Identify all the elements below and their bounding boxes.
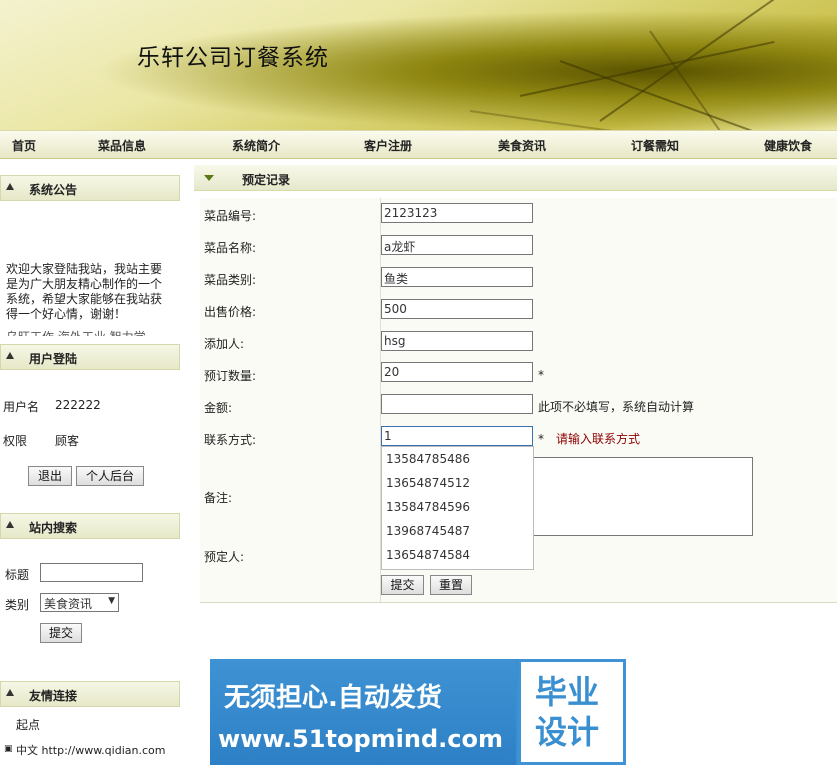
- booking-title: 预定记录: [242, 173, 291, 187]
- adder-input[interactable]: hsg: [381, 331, 533, 351]
- amount-input[interactable]: [381, 394, 533, 414]
- autocomplete-option[interactable]: 13968745487: [382, 519, 533, 543]
- ad-line2: www.51topmind.com: [218, 725, 503, 753]
- quantity-label: 预订数量:: [204, 369, 257, 383]
- site-title: 乐轩公司订餐系统: [137, 45, 329, 71]
- search-category-select[interactable]: 美食资讯 ▼: [40, 593, 119, 612]
- amount-label: 金额:: [204, 401, 233, 415]
- logout-button[interactable]: 退出: [28, 466, 72, 486]
- username-value: 222222: [55, 398, 101, 412]
- nav-dishes[interactable]: 菜品信息: [98, 137, 146, 154]
- left-sidebar: 系统公告 欢迎大家登陆我站，我站主要是为广大朋友精心制作的一个系统，希望大家能够…: [0, 160, 185, 765]
- search-title: 站内搜索: [29, 521, 78, 535]
- reset-button[interactable]: 重置: [430, 575, 472, 595]
- dish-name-input[interactable]: a龙虾: [381, 235, 533, 255]
- adder-label: 添加人:: [204, 337, 245, 351]
- submit-button[interactable]: 提交: [381, 575, 424, 595]
- price-label: 出售价格:: [204, 305, 257, 319]
- watermark-ad: 无须担心.自动发货 www.51topmind.com 毕业设计: [210, 659, 626, 765]
- triangle-icon: [6, 521, 14, 528]
- search-header: 站内搜索: [0, 513, 180, 539]
- header-banner: 乐轩公司订餐系统: [0, 0, 837, 130]
- role-label: 权限: [3, 434, 28, 448]
- triangle-icon: [6, 183, 14, 190]
- triangle-icon: [6, 689, 14, 696]
- autocomplete-option[interactable]: 13584784596: [382, 495, 533, 519]
- search-submit-button[interactable]: 提交: [40, 623, 82, 643]
- price-input[interactable]: 500: [381, 299, 533, 319]
- form-row-actions: [200, 570, 837, 603]
- search-title-input[interactable]: [40, 563, 143, 582]
- links-header: 友情连接: [0, 681, 180, 707]
- nav-about[interactable]: 系统简介: [232, 137, 280, 154]
- notice-header: 系统公告: [0, 175, 180, 201]
- autocomplete-option[interactable]: 13654874512: [382, 471, 533, 495]
- link-item[interactable]: 中文 http://www.qidian.com: [16, 742, 165, 758]
- autocomplete-option[interactable]: 13654874584: [382, 543, 533, 567]
- nav-food-news[interactable]: 美食资讯: [498, 137, 546, 154]
- nav-home[interactable]: 首页: [12, 137, 36, 154]
- booking-header: 预定记录: [194, 165, 837, 191]
- dish-no-label: 菜品编号:: [204, 209, 257, 223]
- link-item[interactable]: 起点: [16, 716, 40, 733]
- personal-center-button[interactable]: 个人后台: [76, 466, 144, 486]
- required-star: *: [538, 432, 544, 446]
- login-header: 用户登陆: [0, 344, 180, 370]
- contact-hint: 请输入联系方式: [556, 432, 641, 446]
- contact-autocomplete-list: 13584785486 13654874512 13584784596 1396…: [381, 446, 534, 570]
- quantity-input[interactable]: 20: [381, 362, 533, 382]
- notice-scroll-line: 乌旺工作 海外工业 智力学: [6, 328, 146, 336]
- login-title: 用户登陆: [29, 352, 78, 366]
- dish-category-label: 菜品类别:: [204, 273, 257, 287]
- links-title: 友情连接: [29, 689, 78, 703]
- notice-title: 系统公告: [29, 183, 78, 197]
- nav-register[interactable]: 客户注册: [364, 137, 412, 154]
- triangle-down-icon: [204, 175, 214, 181]
- search-category-value: 美食资讯: [44, 597, 93, 611]
- contact-label: 联系方式:: [204, 433, 257, 447]
- remark-label: 备注:: [204, 491, 233, 505]
- nav-healthy[interactable]: 健康饮食: [764, 137, 812, 154]
- search-category-label: 类别: [5, 598, 30, 612]
- dish-category-input[interactable]: 鱼类: [381, 267, 533, 287]
- role-value: 顾客: [55, 434, 80, 448]
- ad-line1: 无须担心.自动发货: [224, 683, 442, 713]
- username-label: 用户名: [3, 400, 40, 414]
- bullet-icon: ▣: [4, 744, 13, 754]
- dropdown-arrow-icon: ▼: [108, 596, 115, 606]
- required-star: *: [538, 368, 544, 382]
- main-nav: 首页 菜品信息 系统简介 客户注册 美食资讯 订餐需知 健康饮食: [0, 130, 837, 159]
- search-title-label: 标题: [5, 568, 30, 582]
- dish-name-label: 菜品名称:: [204, 241, 257, 255]
- booker-label: 预定人:: [204, 550, 245, 564]
- amount-hint: 此项不必填写，系统自动计算: [538, 400, 695, 414]
- autocomplete-option[interactable]: 13584785486: [382, 447, 533, 471]
- dish-no-input[interactable]: 2123123: [381, 203, 533, 223]
- contact-input[interactable]: 1: [381, 426, 533, 446]
- triangle-icon: [6, 352, 14, 359]
- nav-order-notice[interactable]: 订餐需知: [631, 137, 679, 154]
- notice-text: 欢迎大家登陆我站，我站主要是为广大朋友精心制作的一个系统，希望大家能够在我站获得…: [6, 262, 163, 321]
- ad-right-text: 毕业设计: [535, 673, 600, 751]
